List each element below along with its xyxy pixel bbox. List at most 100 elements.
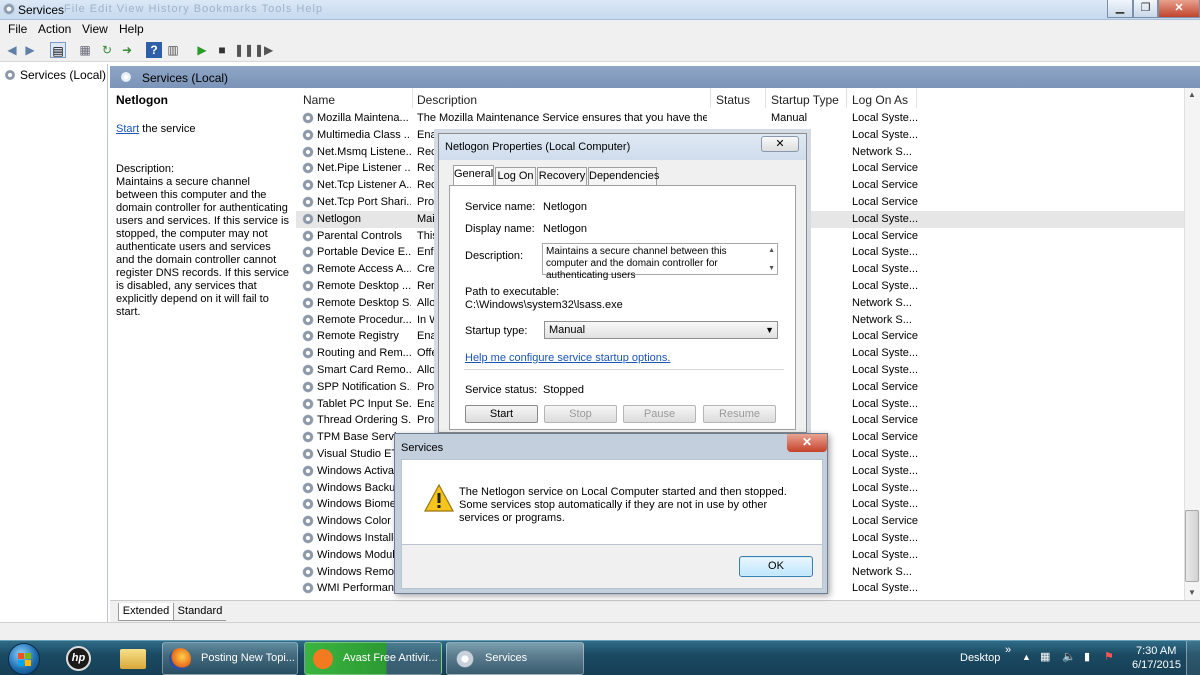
description-textbox[interactable]: Maintains a secure channel between this … xyxy=(542,243,778,281)
close-button[interactable]: ✕ xyxy=(1158,0,1200,18)
show-hide-console-tree-icon[interactable]: ▤ xyxy=(50,42,66,58)
service-name-cell: Parental Controls xyxy=(317,229,402,242)
action-center-icon[interactable]: ⚑ xyxy=(1104,650,1114,663)
service-logon-cell: Network S... xyxy=(852,145,912,158)
menu-bar: File Action View Help xyxy=(0,20,1200,38)
view-tabs: Extended Standard xyxy=(110,600,1200,622)
properties-sheet-icon[interactable]: ▦ xyxy=(77,42,93,58)
tab-general[interactable]: General xyxy=(453,165,494,186)
taskbar-services[interactable]: Services xyxy=(446,642,584,675)
column-startup-type[interactable]: Startup Type xyxy=(771,93,839,107)
tree-item-services-local[interactable]: Services (Local) xyxy=(4,68,106,82)
scroll-up-icon[interactable]: ▲ xyxy=(1188,90,1196,99)
stop-service-icon[interactable]: ■ xyxy=(214,42,230,58)
scroll-up-icon[interactable]: ▲ xyxy=(768,245,775,257)
service-name-cell: Smart Card Remo... xyxy=(317,364,411,376)
clock-date[interactable]: 6/17/2015 xyxy=(1132,659,1181,671)
firefox-icon xyxy=(169,648,191,670)
service-logon-cell: Local Service xyxy=(852,162,918,175)
menu-action[interactable]: Action xyxy=(38,22,71,36)
service-logon-cell: Local Syste... xyxy=(852,212,918,225)
tab-dependencies[interactable]: Dependencies xyxy=(588,167,659,185)
menu-file[interactable]: File xyxy=(8,22,27,36)
gear-icon xyxy=(120,71,132,83)
start-service-link[interactable]: Start xyxy=(116,123,139,135)
clock-time[interactable]: 7:30 AM xyxy=(1136,645,1176,657)
volume-icon[interactable]: 🔈 xyxy=(1062,650,1076,663)
column-name[interactable]: Name xyxy=(303,93,335,107)
network-icon[interactable]: ▦ xyxy=(1040,650,1050,663)
power-icon[interactable]: ▮ xyxy=(1084,650,1090,663)
restart-service-icon[interactable]: ❚▶ xyxy=(254,42,273,58)
show-hidden-icons-icon[interactable]: ▲ xyxy=(1022,652,1031,662)
service-name-cell: Remote Access A... xyxy=(317,263,411,276)
show-desktop-button[interactable] xyxy=(1186,641,1200,675)
column-status[interactable]: Status xyxy=(716,93,750,107)
service-name-cell: Tablet PC Input Se... xyxy=(317,397,411,410)
column-log-on-as[interactable]: Log On As xyxy=(852,93,908,107)
scrollbar-thumb[interactable] xyxy=(1185,510,1199,582)
start-service-icon[interactable]: ▶ xyxy=(194,42,210,58)
service-name-cell: Multimedia Class ... xyxy=(317,128,411,141)
stop-button[interactable]: Stop xyxy=(544,405,617,423)
service-logon-cell: Network S... xyxy=(852,565,912,578)
table-row[interactable]: Mozilla Maintena... The Mozilla Maintenan… xyxy=(296,110,1186,127)
taskbar-avast[interactable]: Avast Free Antivir... xyxy=(304,642,442,675)
ok-button[interactable]: OK xyxy=(739,556,813,577)
header-title: Services (Local) xyxy=(142,71,229,85)
tab-log-on[interactable]: Log On xyxy=(495,167,536,185)
service-logon-cell: Local Syste... xyxy=(852,263,918,276)
message-text: The Netlogon service on Local Computer s… xyxy=(459,486,787,524)
column-description[interactable]: Description xyxy=(417,93,477,107)
message-box-close-button[interactable]: ✕ xyxy=(787,434,827,452)
scroll-down-icon[interactable]: ▼ xyxy=(1188,588,1196,597)
service-logon-cell: Local Service xyxy=(852,330,918,343)
window-title: Services xyxy=(18,3,65,17)
service-logon-cell: Local Syste... xyxy=(852,280,918,292)
minimize-button[interactable]: ▁ xyxy=(1107,0,1133,18)
export-list-icon[interactable]: ➜ xyxy=(119,42,135,58)
service-logon-cell: Local Service xyxy=(852,515,918,528)
avast-icon xyxy=(313,649,333,669)
service-logon-cell: Local Syste... xyxy=(852,464,918,477)
taskbar-firefox[interactable]: Posting New Topi... xyxy=(162,642,298,675)
forward-icon[interactable]: ▶ xyxy=(22,42,38,58)
help-icon[interactable]: ? xyxy=(146,42,162,58)
back-icon[interactable]: ◀ xyxy=(4,42,20,58)
service-name-label: Service name: xyxy=(465,201,536,213)
start-button[interactable] xyxy=(8,643,40,675)
maximize-button[interactable]: ❐ xyxy=(1133,0,1158,18)
pause-service-icon[interactable]: ❚❚ xyxy=(234,42,254,58)
toolbar-expand-icon[interactable]: » xyxy=(1005,644,1011,656)
scroll-down-icon[interactable]: ▼ xyxy=(768,263,775,275)
tab-standard[interactable]: Standard xyxy=(174,603,226,621)
pause-button[interactable]: Pause xyxy=(623,405,696,423)
menu-view[interactable]: View xyxy=(82,22,108,36)
service-name-cell: Net.Msmq Listene... xyxy=(317,145,411,158)
menu-help[interactable]: Help xyxy=(119,22,144,36)
services-app-icon xyxy=(3,3,15,15)
hp-icon[interactable]: hp xyxy=(58,643,98,674)
resume-button[interactable]: Resume xyxy=(703,405,776,423)
service-name-cell: Net.Pipe Listener ... xyxy=(317,162,411,175)
service-logon-cell: Local Syste... xyxy=(852,246,918,259)
service-logon-cell: Local Syste... xyxy=(852,112,918,124)
start-button[interactable]: Start xyxy=(465,405,538,423)
service-logon-cell: Local Syste... xyxy=(852,448,918,460)
service-name-cell: Remote Desktop S... xyxy=(317,296,411,309)
service-logon-cell: Local Service xyxy=(852,196,918,208)
help-configure-link[interactable]: Help me configure service startup option… xyxy=(465,352,670,364)
toolbar: ◀ ▶ ▤ ▦ ↻ ➜ ? ▥ ▶ ■ ❚❚ ❚▶ xyxy=(0,38,1200,62)
tab-extended[interactable]: Extended xyxy=(118,603,174,621)
file-explorer-icon[interactable] xyxy=(112,643,152,674)
desktop-toolbar-label[interactable]: Desktop xyxy=(960,652,1000,664)
dialog-close-button[interactable]: ✕ xyxy=(761,136,799,152)
taskbar: hp Posting New Topi... Avast Free Antivi… xyxy=(0,640,1200,675)
status-bar xyxy=(0,622,1200,640)
refresh-icon[interactable]: ↻ xyxy=(99,42,115,58)
service-name-cell: Netlogon xyxy=(317,212,362,225)
startup-type-select[interactable]: Manual ▼ xyxy=(544,321,778,339)
console-view-icon[interactable]: ▥ xyxy=(165,42,181,58)
tab-recovery[interactable]: Recovery xyxy=(537,167,587,185)
gear-icon xyxy=(302,263,314,276)
